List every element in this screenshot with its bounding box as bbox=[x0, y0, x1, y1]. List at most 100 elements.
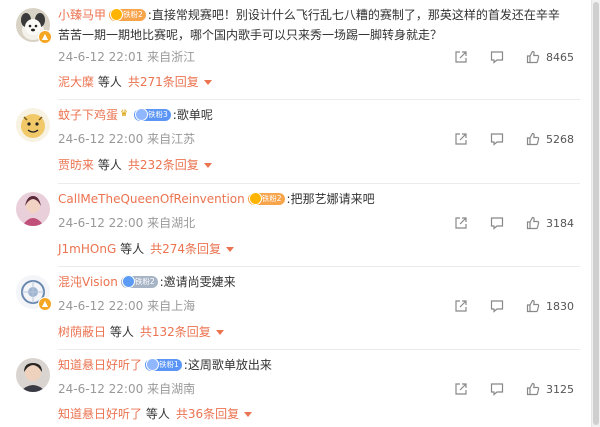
avatar[interactable] bbox=[16, 192, 50, 226]
comment-text: :这周歌单放出来 bbox=[183, 358, 272, 372]
comment-icon bbox=[490, 51, 504, 64]
comment-time: 24-6-12 22:00 bbox=[58, 299, 144, 313]
comment-time: 24-6-12 22:01 bbox=[58, 50, 144, 64]
comment-actions: 3125 bbox=[432, 380, 574, 398]
like-count: 8465 bbox=[546, 50, 574, 64]
view-replies-link[interactable]: 共274条回复 bbox=[150, 242, 234, 256]
reply-suffix: 等人 bbox=[120, 242, 145, 256]
caret-down-icon bbox=[215, 330, 224, 335]
like-icon bbox=[526, 50, 540, 64]
like-icon bbox=[526, 216, 540, 230]
like-icon bbox=[526, 299, 540, 313]
comment-location: 来自上海 bbox=[147, 299, 196, 313]
reply-total: 共36条回复 bbox=[175, 407, 240, 421]
verified-icon: ▲ bbox=[38, 30, 52, 44]
comment-location: 来自湖北 bbox=[147, 216, 196, 230]
caret-down-icon bbox=[203, 80, 212, 85]
reply-summary: J1mHOnG 等人 共274条回复 bbox=[58, 239, 234, 259]
like-count: 5268 bbox=[546, 132, 574, 146]
comment-time: 24-6-12 22:00 bbox=[58, 216, 144, 230]
like-count: 1830 bbox=[546, 299, 574, 313]
comment-username[interactable]: 混沌Vision bbox=[58, 275, 118, 289]
crown-icon: ♛ bbox=[120, 109, 129, 119]
like-count: 3184 bbox=[546, 216, 574, 230]
like-icon bbox=[526, 132, 540, 146]
share-icon bbox=[455, 217, 467, 229]
reply-total: 共232条回复 bbox=[127, 158, 199, 172]
comment-actions: 8465 bbox=[432, 48, 574, 66]
fan-badge: 铁粉2 bbox=[247, 191, 285, 205]
scrollbar-thumb[interactable] bbox=[593, 2, 599, 425]
fan-badge: 铁粉2 bbox=[120, 274, 158, 288]
comment-actions: 1830 bbox=[432, 297, 574, 315]
comment-text: :把那艺娜请来吧 bbox=[286, 192, 375, 206]
comment-item: 知道悬日好听了 铁粉1 :这周歌单放出来 24-6-12 22:00 来自湖南 31… bbox=[0, 350, 590, 427]
reply-button[interactable] bbox=[490, 299, 504, 313]
share-button[interactable] bbox=[454, 382, 468, 396]
comment-item: ▲ 混沌Vision 铁粉2:邀请尚雯婕来 24-6-12 22:00 来自上海 … bbox=[0, 267, 590, 350]
comment-actions: 5268 bbox=[432, 130, 574, 148]
like-button[interactable]: 1830 bbox=[526, 299, 574, 313]
fan-badge: 铁粉1 bbox=[145, 357, 182, 371]
caret-down-icon bbox=[203, 163, 212, 168]
reply-username[interactable]: 知道悬日好听了 bbox=[58, 407, 142, 421]
comment-item: ▲ 小臻马甲 铁粉2 :直接常规赛吧！别设计什么飞行乱七八糟的赛制了，那英这样的首发… bbox=[0, 0, 590, 100]
caret-down-icon bbox=[226, 247, 234, 252]
fan-badge: 铁粉3 bbox=[134, 107, 171, 121]
comment-location: 来自江苏 bbox=[147, 132, 196, 146]
comment-icon bbox=[490, 133, 504, 146]
reply-suffix: 等人 bbox=[97, 75, 122, 89]
comment-username[interactable]: 知道悬日好听了 bbox=[58, 358, 142, 372]
reply-summary: 树荫蔽日 等人 共132条回复 bbox=[58, 322, 224, 342]
fan-badge-label: 铁粉3 bbox=[148, 109, 168, 119]
reply-button[interactable] bbox=[490, 50, 504, 64]
reply-username[interactable]: 泥大糜 bbox=[58, 75, 94, 89]
reply-summary: 贾昉来 等人 共232条回复 bbox=[58, 155, 212, 175]
reply-summary: 泥大糜 等人 共271条回复 bbox=[58, 72, 212, 92]
reply-button[interactable] bbox=[490, 132, 504, 146]
comment-username[interactable]: 小臻马甲 bbox=[58, 8, 106, 22]
avatar[interactable] bbox=[16, 108, 50, 142]
fan-badge-label: 铁粉2 bbox=[134, 276, 155, 286]
reply-username[interactable]: J1mHOnG bbox=[58, 242, 116, 256]
view-replies-link[interactable]: 共132条回复 bbox=[140, 325, 224, 339]
avatar[interactable] bbox=[16, 358, 50, 392]
share-button[interactable] bbox=[454, 299, 468, 313]
share-icon bbox=[455, 133, 467, 145]
comment-item: CallMeTheQueenOfReinvention 铁粉2:把那艺娜请来吧 2… bbox=[0, 184, 590, 267]
reply-username[interactable]: 树荫蔽日 bbox=[58, 325, 106, 339]
like-button[interactable]: 8465 bbox=[526, 50, 574, 64]
comment-meta: 24-6-12 22:00 来自湖南 bbox=[58, 380, 195, 398]
comment-meta: 24-6-12 22:00 来自江苏 bbox=[58, 130, 195, 148]
view-replies-link[interactable]: 共271条回复 bbox=[128, 75, 212, 89]
fan-badge-label: 铁粉1 bbox=[159, 359, 179, 369]
caret-down-icon bbox=[244, 412, 253, 417]
share-button[interactable] bbox=[454, 50, 468, 64]
comment-username[interactable]: 蚊子下鸡蛋 bbox=[58, 108, 118, 122]
reply-username[interactable]: 贾昉来 bbox=[58, 158, 94, 172]
reply-summary: 知道悬日好听了 等人 共36条回复 bbox=[58, 404, 253, 424]
comment-icon bbox=[490, 217, 504, 230]
reply-total: 共132条回复 bbox=[139, 325, 211, 339]
share-button[interactable] bbox=[454, 216, 468, 230]
fan-badge-label: 铁粉2 bbox=[123, 9, 143, 19]
like-button[interactable]: 5268 bbox=[526, 132, 574, 146]
comment-meta: 24-6-12 22:01 来自浙江 bbox=[58, 48, 195, 66]
scrollbar[interactable] bbox=[591, 0, 600, 427]
like-button[interactable]: 3184 bbox=[526, 216, 574, 230]
comment-icon bbox=[490, 300, 504, 313]
reply-button[interactable] bbox=[490, 382, 504, 396]
reply-suffix: 等人 bbox=[97, 158, 122, 172]
reply-suffix: 等人 bbox=[145, 407, 170, 421]
view-replies-link[interactable]: 共232条回复 bbox=[128, 158, 212, 172]
comment-username[interactable]: CallMeTheQueenOfReinvention bbox=[58, 192, 245, 206]
comment-item: 蚊子下鸡蛋 ♛ 铁粉3:歌单呢 24-6-12 22:00 来自江苏 5268 贾昉… bbox=[0, 100, 590, 184]
comment-text: :直接常规赛吧！别设计什么飞行乱七八糟的赛制了，那英这样的首发还在辛辛 bbox=[147, 8, 560, 22]
reply-button[interactable] bbox=[490, 216, 504, 230]
share-icon bbox=[455, 383, 467, 395]
comment-meta: 24-6-12 22:00 来自湖北 bbox=[58, 214, 195, 232]
like-button[interactable]: 3125 bbox=[526, 382, 574, 396]
view-replies-link[interactable]: 共36条回复 bbox=[175, 407, 253, 421]
share-button[interactable] bbox=[454, 132, 468, 146]
reply-total: 共271条回复 bbox=[127, 75, 199, 89]
